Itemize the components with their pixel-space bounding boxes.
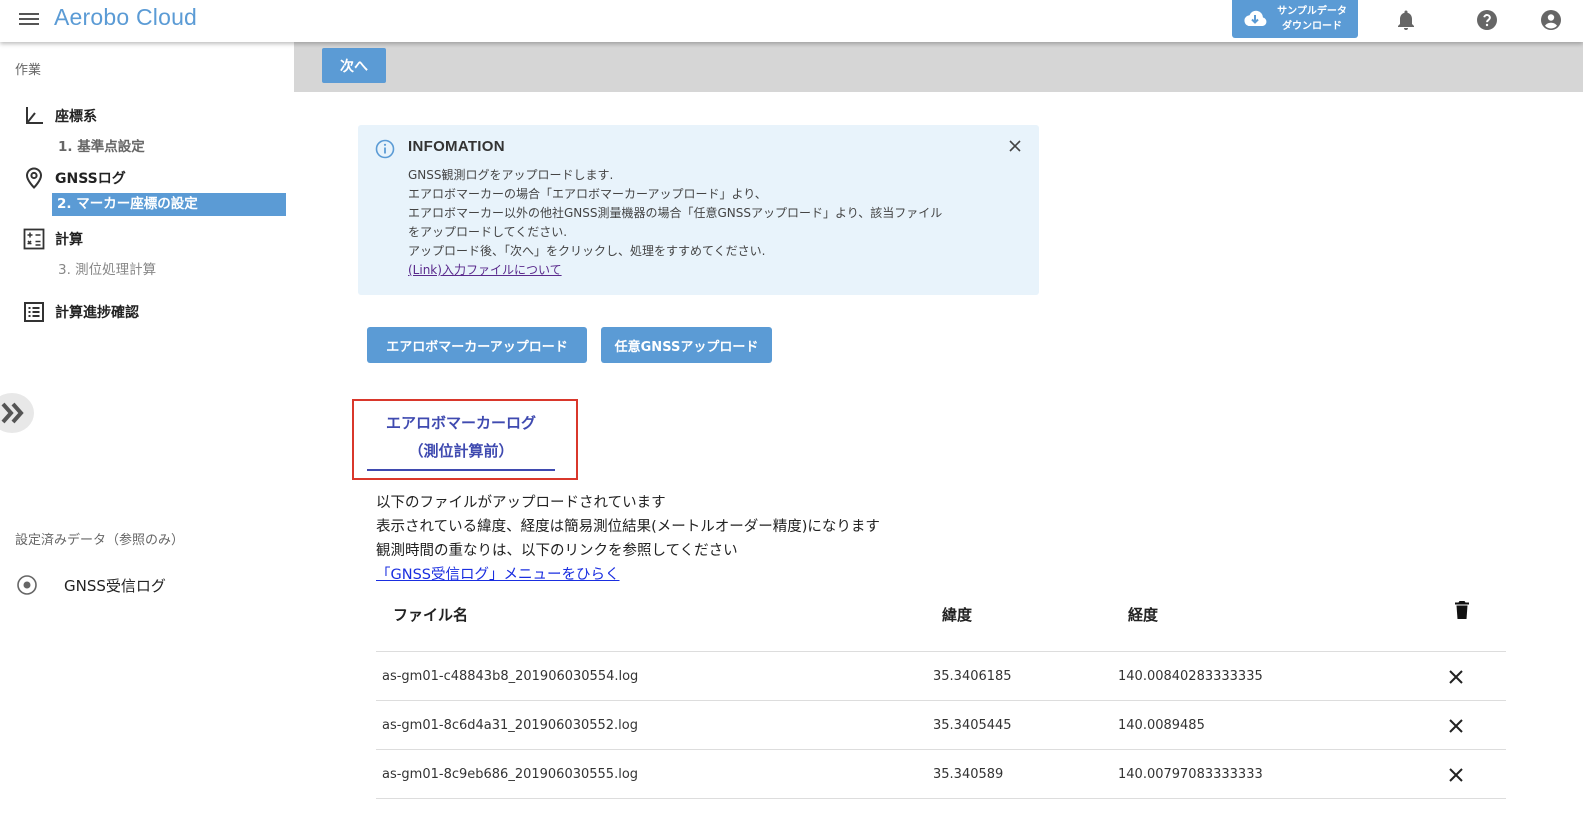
table-row: as-gm01-8c6d4a31_201906030552.log 35.340… [376,701,1506,750]
info-line: エアロボマーカー以外の他社GNSS測量機器の場合「任意GNSSアップロード」より… [408,206,943,220]
information-body: GNSS観測ログをアップロードします. エアロボマーカーの場合「エアロボマーカー… [408,166,1018,280]
menu-icon[interactable] [19,10,39,30]
location-pin-icon [25,167,43,189]
sidebar-expand-button[interactable] [0,393,34,433]
close-icon[interactable] [1008,139,1022,153]
cell-latitude: 35.340589 [933,767,1004,782]
sidebar-item-gnss-receive-log[interactable]: GNSS受信ログ [16,574,166,596]
sidebar: 作業 座標系 1. 基準点設定 GNSSログ 2. マーカー座標の設定 計算 3… [0,42,294,826]
description-line: 表示されている緯度、経度は簡易測位結果(メートルオーダー精度)になります [376,519,880,535]
cloud-download-icon [1244,10,1267,26]
information-panel: INFOMATION GNSS観測ログをアップロードします. エアロボマーカーの… [358,125,1039,295]
header-filename: ファイル名 [393,606,469,624]
app-header: Aerobo Cloud サンプルデータ ダウンロード [0,0,1583,42]
delete-row-icon[interactable] [1448,718,1464,738]
sidebar-item-gnss-log[interactable]: GNSSログ [22,166,126,190]
sidebar-subitem-positioning-calc[interactable]: 3. 測位処理計算 [58,258,156,278]
trash-icon[interactable] [1454,600,1470,624]
aerobo-marker-upload-button[interactable]: エアロボマーカーアップロード [367,327,587,363]
information-title: INFOMATION [408,138,505,155]
help-icon[interactable] [1475,8,1499,32]
sidebar-item-label: GNSS受信ログ [64,576,166,595]
work-section-label: 作業 [15,63,42,78]
list-icon [24,302,44,322]
bell-icon[interactable] [1394,8,1418,32]
header-latitude: 緯度 [942,606,973,624]
table-row: as-gm01-8c9eb686_201906030555.log 35.340… [376,750,1506,799]
cell-longitude: 140.0089485 [1118,718,1205,733]
sidebar-subitem-reference-point[interactable]: 1. 基準点設定 [58,135,145,155]
tab-aerobo-marker-log[interactable]: エアロボマーカーログ （測位計算前） [367,409,555,471]
sidebar-subitem-marker-coordinate[interactable]: 2. マーカー座標の設定 [52,193,286,216]
radio-dot-icon [17,575,37,595]
delete-row-icon[interactable] [1448,767,1464,787]
cell-filename: as-gm01-8c6d4a31_201906030552.log [382,718,639,733]
description-line: 以下のファイルがアップロードされています [376,495,666,511]
table-row: as-gm01-c48843b8_201906030554.log 35.340… [376,652,1506,701]
sidebar-item-label: GNSSログ [55,171,126,187]
cell-filename: as-gm01-8c9eb686_201906030555.log [382,767,639,782]
gnss-receive-log-link[interactable]: 「GNSS受信ログ」メニューをひらく [376,567,620,583]
sidebar-item-label: 計算 [55,232,83,248]
tab-label-line2: （測位計算前） [408,442,514,460]
sample-data-download-button[interactable]: サンプルデータ ダウンロード [1232,0,1358,38]
gnss-upload-button[interactable]: 任意GNSSアップロード [601,327,772,363]
action-toolbar: 次へ [294,42,1583,92]
cell-latitude: 35.3406185 [933,669,1012,684]
upload-description: 以下のファイルがアップロードされています 表示されている緯度、経度は簡易測位結果… [376,491,880,587]
sidebar-item-progress[interactable]: 計算進捗確認 [22,300,139,324]
double-chevron-right-icon [1,402,24,424]
header-longitude: 経度 [1128,606,1159,624]
cell-latitude: 35.3405445 [933,718,1012,733]
next-button[interactable]: 次へ [322,48,386,83]
info-line: アップロード後、「次へ」をクリックし、処理をすすめてください. [408,244,766,258]
configured-data-label: 設定済みデータ（参照のみ） [15,533,185,548]
info-line: GNSS観測ログをアップロードします. [408,168,614,182]
info-line: エアロボマーカーの場合「エアロボマーカーアップロード」より、 [408,187,767,201]
calculator-icon [23,228,45,250]
sample-button-line1: サンプルデータ [1277,6,1347,17]
table-header: ファイル名 緯度 経度 [376,596,1506,652]
sidebar-item-calculation[interactable]: 計算 [22,227,83,251]
uploaded-files-table: ファイル名 緯度 経度 as-gm01-c48843b8_20190603055… [376,596,1506,799]
axis-icon [26,107,43,124]
sample-button-line2: ダウンロード [1282,21,1342,32]
account-icon[interactable] [1539,8,1563,32]
info-line: をアップロードしてください. [408,225,568,239]
cell-filename: as-gm01-c48843b8_201906030554.log [382,669,639,684]
cell-longitude: 140.00797083333333 [1118,767,1263,782]
description-line: 観測時間の重なりは、以下のリンクを参照してください [376,543,738,559]
sidebar-item-coordinate-system[interactable]: 座標系 [22,104,97,128]
cell-longitude: 140.00840283333335 [1118,669,1263,684]
delete-row-icon[interactable] [1448,669,1464,689]
info-icon [375,139,395,159]
sidebar-item-label: 座標系 [55,109,97,125]
app-title: Aerobo Cloud [54,4,198,30]
tab-label-line1: エアロボマーカーログ [385,414,536,432]
highlight-box: エアロボマーカーログ （測位計算前） [352,399,578,480]
input-file-link[interactable]: (Link)入力ファイルについて [408,263,562,277]
sidebar-item-label: 計算進捗確認 [55,305,139,321]
